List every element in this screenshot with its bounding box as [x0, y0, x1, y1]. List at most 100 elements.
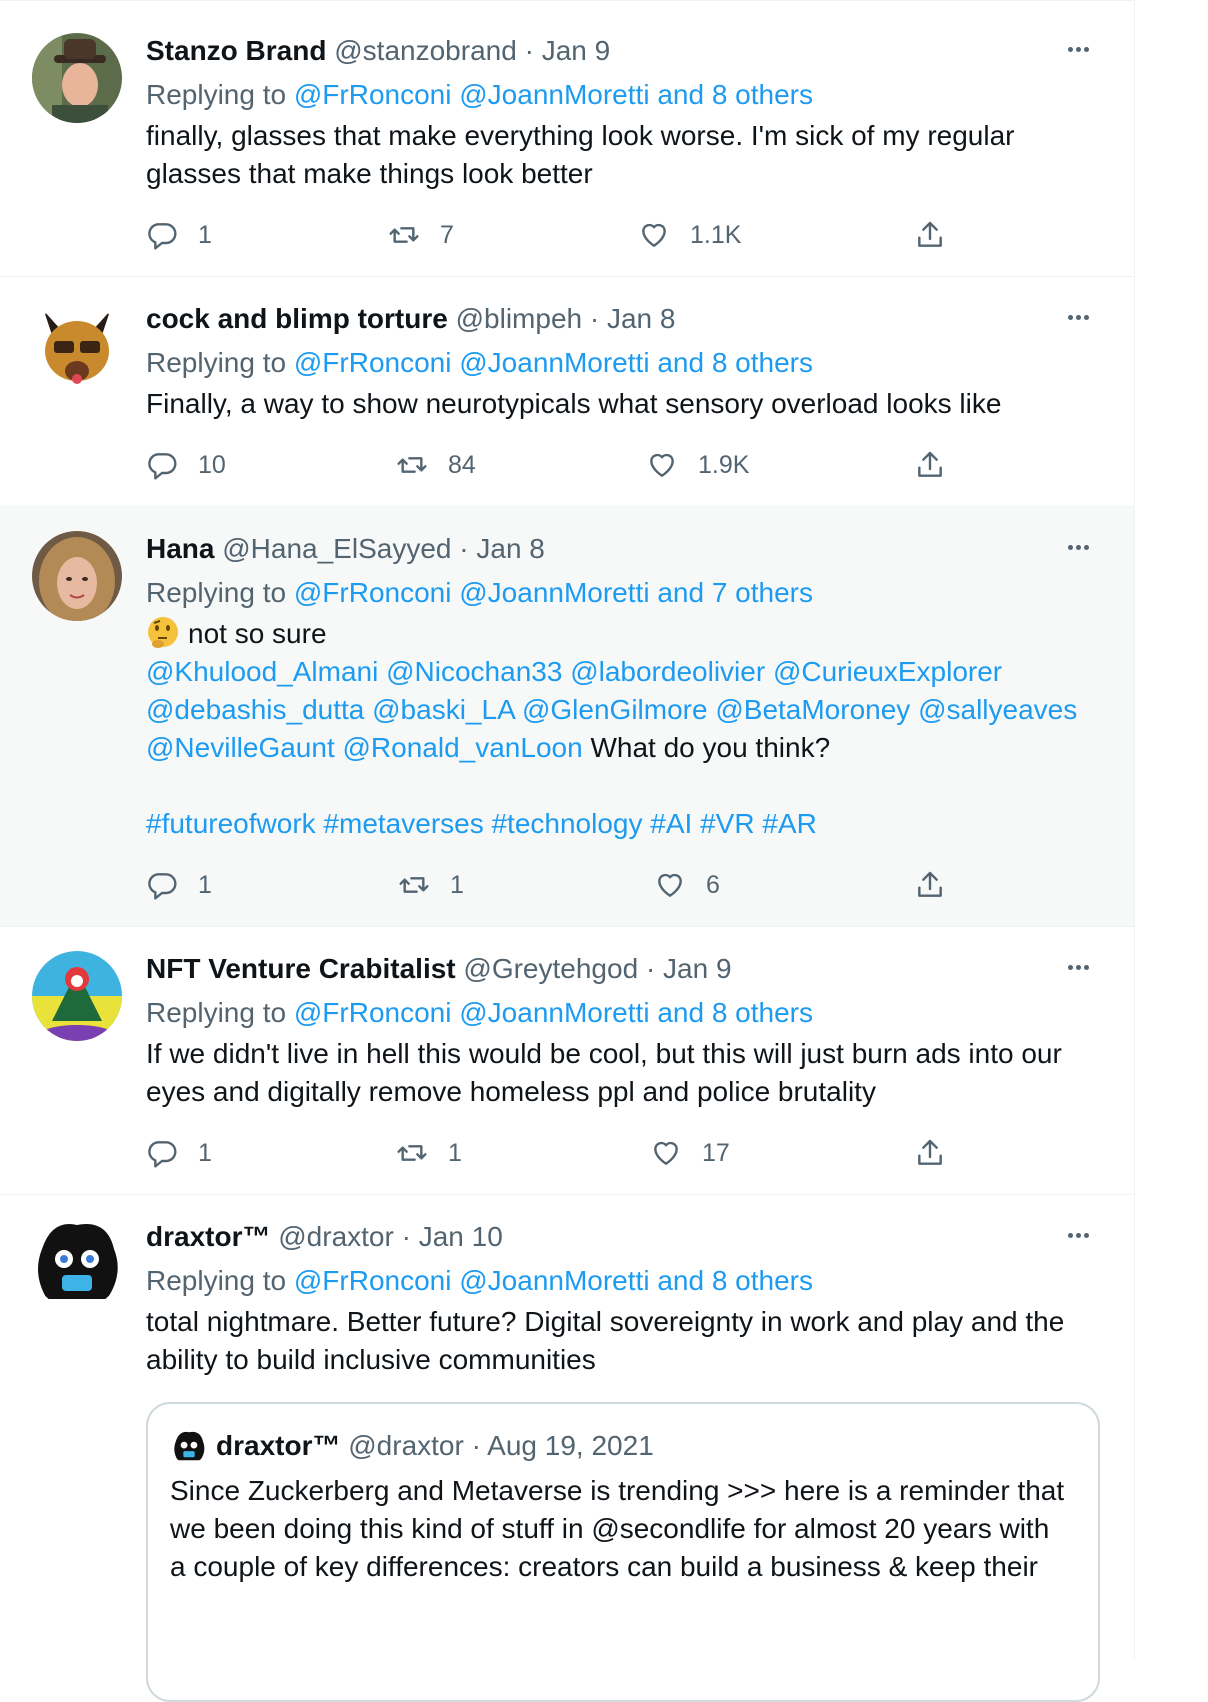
tweet-text-line: Finally, a way to show neurotypicals wha… — [146, 388, 1002, 419]
share-icon — [918, 871, 942, 897]
quoted-tweet-card[interactable]: draxtor™ @draxtor · Aug 19, 2021 Since Z… — [146, 1402, 1100, 1702]
avatar[interactable] — [32, 1219, 122, 1309]
display-name[interactable]: Stanzo Brand — [146, 35, 326, 66]
more-icon[interactable] — [1068, 965, 1098, 975]
quoted-display-name[interactable]: draxtor™ — [216, 1430, 340, 1461]
like-button[interactable]: 1.1K — [638, 215, 741, 255]
reply-button[interactable]: 1 — [146, 865, 212, 905]
mention-link[interactable]: @JoannMoretti — [459, 1265, 649, 1296]
display-name[interactable]: cock and blimp torture — [146, 303, 448, 334]
tweet-date[interactable]: Jan 9 — [542, 35, 611, 66]
share-icon — [918, 221, 942, 247]
mention-link[interactable]: @JoannMoretti — [459, 577, 649, 608]
tweet-actions: 10 84 1.9K — [146, 445, 946, 485]
share-button[interactable] — [914, 865, 966, 905]
user-handle[interactable]: @Greytehgod — [463, 953, 638, 984]
mention-link[interactable]: @FrRonconi — [294, 997, 452, 1028]
replying-to-label: Replying to — [146, 997, 287, 1028]
tweet-greytehgod[interactable]: NFT Venture Crabitalist @Greytehgod · Ja… — [0, 926, 1134, 1194]
avatar[interactable] — [32, 531, 122, 621]
avatar[interactable] — [32, 301, 122, 391]
tweet-text-first: not so sure — [188, 618, 327, 649]
thinking-face-emoji-icon — [148, 617, 178, 648]
mention-link[interactable]: @FrRonconi — [294, 79, 452, 110]
user-handle[interactable]: @Hana_ElSayyed — [222, 533, 451, 564]
user-handle[interactable]: @blimpeh — [456, 303, 582, 334]
mention-link[interactable]: @FrRonconi — [294, 1265, 452, 1296]
tweet-text-line: total nightmare. Better future? Digital … — [146, 1306, 1065, 1337]
avatar[interactable] — [32, 951, 122, 1041]
mention-line[interactable]: @Khulood_Almani @Nicochan33 @labordeoliv… — [146, 653, 1094, 691]
retweet-button[interactable]: 1 — [396, 1133, 462, 1173]
like-button[interactable]: 6 — [654, 865, 720, 905]
retweet-button[interactable]: 84 — [396, 445, 476, 485]
tweet-blimpeh[interactable]: cock and blimp torture @blimpeh · Jan 8 … — [0, 276, 1134, 506]
display-name[interactable]: NFT Venture Crabitalist — [146, 953, 456, 984]
user-handle[interactable]: @draxtor — [278, 1221, 394, 1252]
replying-to-label: Replying to — [146, 577, 287, 608]
share-icon — [918, 451, 942, 477]
reply-count: 1 — [198, 1138, 212, 1167]
share-button[interactable] — [914, 445, 966, 485]
replying-to: Replying to @FrRonconi @JoannMoretti and… — [146, 575, 813, 611]
retweet-button[interactable]: 7 — [388, 215, 454, 255]
display-name[interactable]: draxtor™ — [146, 1221, 270, 1252]
tweet-actions: 1 1 17 — [146, 1133, 946, 1173]
like-icon — [658, 873, 682, 897]
avatar[interactable] — [32, 33, 122, 123]
share-button[interactable] — [914, 1133, 966, 1173]
mention-line[interactable]: @debashis_dutta @baski_LA @GlenGilmore @… — [146, 691, 1094, 729]
more-icon[interactable] — [1068, 47, 1098, 57]
mention-link[interactable]: @JoannMoretti — [459, 79, 649, 110]
mention-line[interactable]: @NevilleGaunt @Ronald_vanLoon — [146, 732, 583, 763]
tweet-hana[interactable]: Hana @Hana_ElSayyed · Jan 8 Replying to … — [0, 506, 1134, 926]
tweet-text: finally, glasses that make everything lo… — [146, 117, 1094, 193]
mention-link[interactable]: @JoannMoretti — [459, 347, 649, 378]
tweet-text: total nightmare. Better future? Digital … — [146, 1303, 1094, 1379]
reply-button[interactable]: 1 — [146, 1133, 212, 1173]
reply-button[interactable]: 1 — [146, 215, 212, 255]
retweet-count: 7 — [440, 220, 454, 249]
mention-link[interactable]: @FrRonconi — [294, 347, 452, 378]
like-count: 1.9K — [698, 450, 750, 479]
like-button[interactable]: 17 — [650, 1133, 730, 1173]
like-icon — [654, 1141, 678, 1165]
tweet-text-line: ability to build inclusive communities — [146, 1344, 596, 1375]
user-handle[interactable]: @stanzobrand — [334, 35, 517, 66]
share-icon — [918, 1139, 942, 1165]
display-name[interactable]: Hana — [146, 533, 214, 564]
others-link[interactable]: and 7 others — [657, 577, 813, 608]
reply-feed: Stanzo Brand @stanzobrand · Jan 9 Replyi… — [0, 0, 1135, 1702]
reply-icon — [148, 1141, 177, 1168]
reply-button[interactable]: 10 — [146, 445, 226, 485]
tweet-date[interactable]: Jan 9 — [663, 953, 732, 984]
like-button[interactable]: 1.9K — [646, 445, 749, 485]
more-icon[interactable] — [1068, 545, 1098, 555]
tweet-date[interactable]: Jan 10 — [419, 1221, 503, 1252]
quoted-avatar[interactable] — [172, 1430, 206, 1464]
others-link[interactable]: and 8 others — [657, 347, 813, 378]
more-icon[interactable] — [1068, 315, 1098, 325]
more-icon[interactable] — [1068, 1233, 1098, 1243]
retweet-icon — [397, 457, 427, 473]
reply-icon — [148, 223, 177, 250]
mention-link[interactable]: @JoannMoretti — [459, 997, 649, 1028]
tweet-date[interactable]: Jan 8 — [476, 533, 545, 564]
others-link[interactable]: and 8 others — [657, 997, 813, 1028]
hashtag-line[interactable]: #futureofwork #metaverses #technology #A… — [146, 805, 1094, 843]
tweet-text-line: we been doing this kind of stuff in @sec… — [170, 1513, 1050, 1544]
reply-icon — [148, 453, 177, 480]
share-button[interactable] — [914, 215, 966, 255]
retweet-button[interactable]: 1 — [398, 865, 464, 905]
mention-link[interactable]: @FrRonconi — [294, 577, 452, 608]
others-link[interactable]: and 8 others — [657, 1265, 813, 1296]
quoted-user-handle[interactable]: @draxtor — [348, 1430, 464, 1461]
tweet-actions: 1 7 1.1K — [146, 215, 946, 255]
quoted-tweet-date[interactable]: Aug 19, 2021 — [487, 1430, 654, 1461]
separator-dot: · — [524, 35, 534, 66]
others-link[interactable]: and 8 others — [657, 79, 813, 110]
like-icon — [650, 453, 674, 477]
replying-to: Replying to @FrRonconi @JoannMoretti and… — [146, 345, 813, 381]
tweet-stanzobrand[interactable]: Stanzo Brand @stanzobrand · Jan 9 Replyi… — [0, 0, 1134, 276]
tweet-date[interactable]: Jan 8 — [607, 303, 676, 334]
